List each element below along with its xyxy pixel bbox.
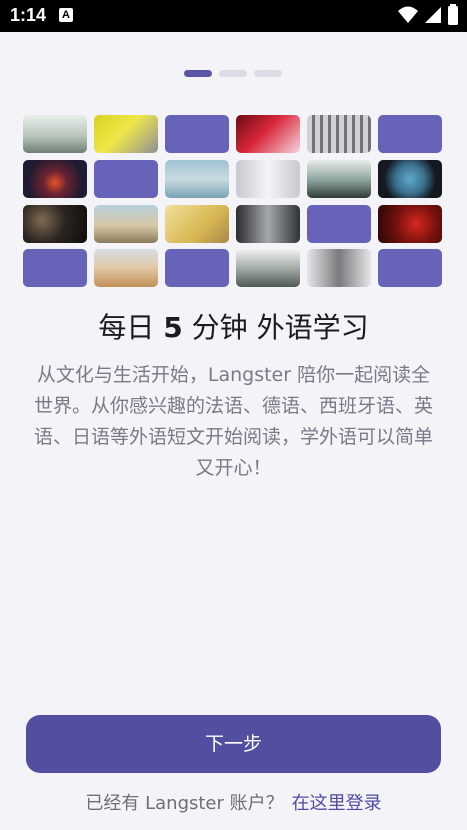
signal-icon	[424, 7, 441, 23]
page-dot	[219, 70, 247, 77]
misty-forest-photo	[23, 115, 87, 153]
waterfall-photo	[236, 205, 300, 243]
status-time: 1:14	[10, 5, 47, 25]
page-dot-active	[184, 70, 212, 77]
red-neon-photo	[236, 115, 300, 153]
page-title: 每日 5 分钟 外语学习	[0, 306, 467, 346]
page-dot	[254, 70, 282, 77]
night-sky-photo	[23, 160, 87, 198]
dark-texture-photo	[23, 205, 87, 243]
wifi-icon	[397, 6, 418, 23]
intro-description: 从文化与生活开始，Langster 陪你一起阅读全世界。从你感兴趣的法语、德语、…	[33, 364, 433, 479]
status-bar: 1:14 A	[0, 0, 467, 32]
placeholder-tile	[23, 249, 87, 287]
notification-icon: A	[59, 8, 73, 22]
placeholder-tile	[165, 115, 229, 153]
placeholder-tile	[378, 115, 442, 153]
placeholder-tile	[378, 249, 442, 287]
login-prompt: 已经有 Langster 账户？	[85, 793, 284, 814]
title-post: 分钟 外语学习	[182, 311, 369, 344]
login-row: 已经有 Langster 账户？ 在这里登录	[0, 789, 467, 815]
red-smoke-photo	[378, 205, 442, 243]
placeholder-tile	[94, 160, 158, 198]
placeholder-tile	[165, 249, 229, 287]
title-minutes: 5	[163, 311, 183, 344]
placeholder-tile	[307, 205, 371, 243]
person-portrait-photo	[307, 249, 371, 287]
yellow-room-photo	[94, 115, 158, 153]
airplane-circle-photo	[378, 160, 442, 198]
yellow-wall-photo	[165, 205, 229, 243]
login-link[interactable]: 在这里登录	[292, 793, 382, 814]
mountain-lake-photo	[236, 249, 300, 287]
pine-tree-photo	[307, 160, 371, 198]
beach-woman-photo	[94, 249, 158, 287]
sea-sky-photo	[165, 160, 229, 198]
fog-glare-photo	[236, 160, 300, 198]
building-facade-photo	[307, 115, 371, 153]
status-icons	[397, 4, 459, 28]
battery-icon	[448, 4, 458, 25]
next-button[interactable]: 下一步	[26, 715, 441, 773]
page-indicator	[0, 70, 467, 78]
image-collage	[23, 115, 444, 287]
title-pre: 每日	[98, 311, 164, 344]
beach-crowd-photo	[94, 205, 158, 243]
